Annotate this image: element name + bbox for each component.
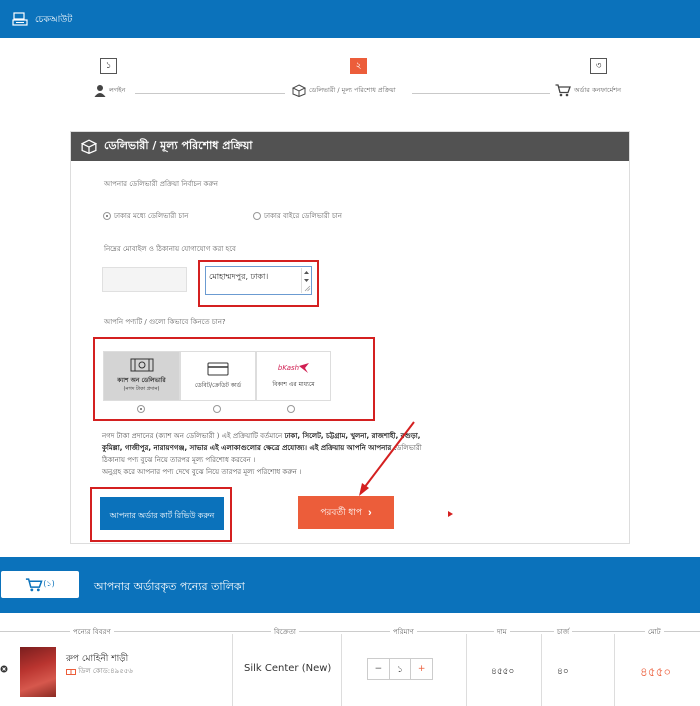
payment-card[interactable]: ডেবিট/ক্রেডিট কার্ড [180, 351, 256, 401]
radio-card[interactable] [213, 405, 221, 413]
scroll-arrows-icon [304, 271, 311, 292]
panel-header: ডেলিভারী / মূল্য পরিশোধ প্রক্রিয়া [71, 132, 629, 161]
col-product: পন্যের বিবরণ [70, 626, 114, 638]
col-divider [341, 634, 342, 706]
box-icon [81, 139, 97, 154]
desc-intro: নগদ টাকা প্রদানের (ক্যাশ অন ডেলিভারী ) এ… [102, 432, 285, 440]
mobile-field[interactable] [102, 267, 187, 292]
credit-card-icon [207, 362, 229, 375]
radio-dhaka[interactable] [103, 212, 111, 220]
product-total: ৪৫৫০ [640, 665, 672, 679]
product-seller: Silk Center (New) [244, 663, 332, 674]
col-divider [466, 634, 467, 706]
step-2-label: ডেলিভারী / মূল্য পরিশোধ প্রক্রিয়া [309, 86, 396, 94]
cart-bar: (১) আপনার অর্ডারকৃত পন্যের তালিকা [0, 557, 700, 613]
col-charge: চার্জ [554, 626, 573, 638]
qty-plus-button[interactable]: + [411, 659, 432, 679]
top-bar: চেকআউট [0, 0, 700, 38]
bkash-bird-icon [299, 362, 310, 373]
step-3-number: ৩ [590, 58, 607, 74]
address-value: মোহাম্মদপুর, ঢাকা। [209, 272, 269, 281]
bkash-logo: bKash [278, 362, 310, 373]
desc-note: অনুগ্রহ করে আপনার পণ্য দেখে বুঝে নিয়ে ত… [102, 468, 302, 476]
radio-bkash[interactable] [287, 405, 295, 413]
step-divider [135, 93, 285, 94]
col-quantity: পরিমাণ [390, 626, 417, 638]
step-3-label: অর্ডার কনফার্মেশন [574, 86, 621, 94]
user-icon [94, 85, 106, 97]
cart-icon [26, 577, 43, 591]
step-1[interactable]: লগইন [94, 84, 125, 97]
radio-cod[interactable] [137, 405, 145, 413]
qty-minus-button[interactable]: − [368, 659, 390, 679]
step-1-number: ১ [100, 58, 117, 74]
product-price: ৪৫৫০ [491, 667, 515, 677]
chevron-right-icon: › [368, 506, 372, 519]
panel-title: ডেলিভারী / মূল্য পরিশোধ প্রক্রিয়া [104, 139, 253, 152]
product-name[interactable]: রুপ মোহিনী শাড়ী [66, 651, 128, 666]
step-3[interactable]: অর্ডার কনফার্মেশন [555, 84, 621, 97]
quantity-stepper[interactable]: − ১ + [367, 658, 433, 680]
pointer-marker [448, 511, 453, 517]
review-cart-button[interactable]: আপনার অর্ডার কার্ট রিভিউ করুন [100, 497, 224, 530]
contact-note: নিম্নের মোবাইল ও ঠিকানায় যোগাযোগ করা হব… [104, 245, 236, 253]
product-code: ডিল কোড:৪৯৫৫৬ [78, 667, 133, 675]
payment-prompt: আপনি পণ্যটি / গুলো কিভাবে কিনতে চান? [104, 318, 226, 326]
register-icon [12, 12, 28, 26]
payment-bkash-label: বিকাশ এর মাধ্যমে [272, 380, 315, 388]
cart-title: আপনার অর্ডারকৃত পন্যের তালিকা [94, 580, 245, 593]
address-field[interactable]: মোহাম্মদপুর, ঢাকা। [205, 266, 312, 295]
payment-cod-sublabel: (নগদ টাকা প্রদান) [123, 386, 160, 392]
checkout-steps: ১ ২ ৩ লগইন ডেলিভারী / মূল্য পরিশোধ প্রক্… [0, 55, 700, 110]
col-total: মোট [645, 626, 664, 638]
cart-icon [555, 84, 571, 97]
col-divider [232, 634, 233, 706]
payment-card-label: ডেবিট/ক্রেডিট কার্ড [194, 381, 242, 389]
payment-bkash[interactable]: bKash বিকাশ এর মাধ্যমে [256, 351, 331, 401]
delivery-option-dhaka[interactable]: ঢাকার মধ্যে ডেলিভারী চান [103, 210, 188, 222]
delivery-option-dhaka-label: ঢাকার মধ্যে ডেলিভারী চান [114, 212, 189, 220]
cash-icon [130, 358, 153, 372]
delivery-option-outside-label: ঢাকার বাইরে ডেলিভারী চান [264, 212, 342, 220]
cart-button[interactable]: (১) [0, 570, 80, 599]
step-2-number: ২ [350, 58, 367, 74]
annotation-arrow-icon [359, 421, 415, 496]
product-image[interactable] [20, 647, 56, 697]
gift-icon [66, 669, 76, 675]
box-icon [292, 84, 306, 97]
product-charge: ৪০ [557, 667, 569, 677]
col-price: দাম [494, 626, 510, 638]
step-divider [412, 93, 550, 94]
payment-cod-label: ক্যাশ অন ডেলিভারি [117, 377, 166, 384]
col-divider [614, 634, 615, 706]
next-step-button[interactable]: পরবর্তী ধাপ › [298, 496, 394, 529]
col-seller: বিক্রেতা [271, 626, 299, 638]
address-scrollbar[interactable] [301, 268, 311, 293]
col-divider [541, 634, 542, 706]
remove-icon[interactable] [0, 665, 8, 673]
delivery-prompt: আপনার ডেলিভারী প্রক্রিয়া নির্বাচন করুন [104, 180, 218, 188]
product-code-row: ডিল কোড:৪৯৫৫৬ [66, 665, 133, 677]
cart-count: (১) [43, 579, 55, 588]
payment-cod[interactable]: ক্যাশ অন ডেলিভারি (নগদ টাকা প্রদান) [103, 351, 180, 401]
delivery-option-outside[interactable]: ঢাকার বাইরে ডেলিভারী চান [253, 210, 342, 222]
step-1-label: লগইন [109, 86, 126, 94]
next-step-label: পরবর্তী ধাপ [320, 507, 362, 517]
qty-value: ১ [390, 659, 412, 679]
page-title: চেকআউট [35, 14, 73, 25]
step-2[interactable]: ডেলিভারী / মূল্য পরিশোধ প্রক্রিয়া [292, 84, 396, 97]
radio-outside[interactable] [253, 212, 261, 220]
